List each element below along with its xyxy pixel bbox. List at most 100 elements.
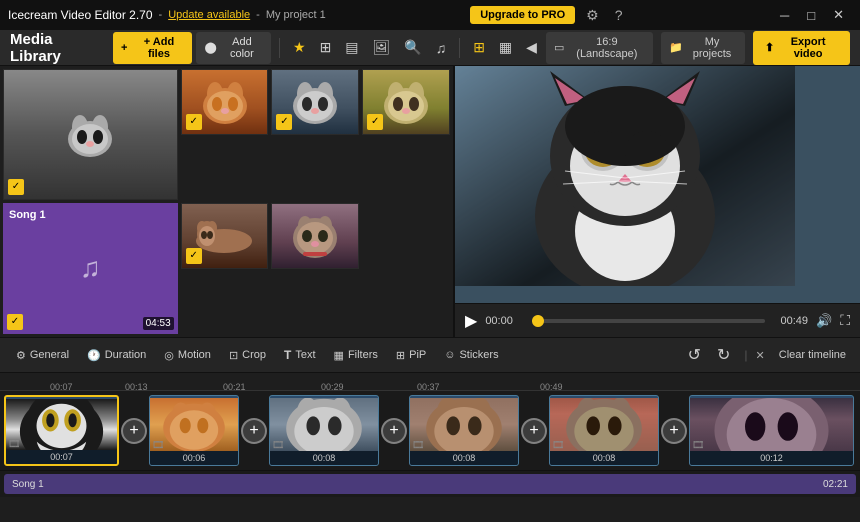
star-filter-btn[interactable]: ★ (288, 36, 311, 59)
add-clip-btn-2[interactable]: + (241, 418, 267, 444)
audio-track: Song 1 02:21 (0, 471, 860, 497)
add-clip-btn-5[interactable]: + (661, 418, 687, 444)
fullscreen-button[interactable]: ⛶ (840, 312, 850, 329)
video-preview (455, 66, 860, 303)
timeline-clip-2[interactable]: 00:06 🎞 (149, 395, 239, 466)
filmstrip-icon-2: 🎞 (152, 440, 165, 451)
add-color-button[interactable]: ⬤ Add color (196, 32, 271, 64)
clip-1-duration: 00:07 (6, 450, 117, 464)
list-view-btn[interactable]: ▤ (340, 36, 363, 59)
text-tool-btn[interactable]: T Text (276, 344, 324, 366)
image-filter-btn[interactable]: 🖼 (368, 36, 396, 59)
motion-icon: ◎ (164, 349, 174, 362)
audio-clip-duration: 02:21 (823, 479, 848, 490)
content-area: ✓ (0, 66, 860, 337)
grid6-view-btn[interactable]: ▦ (494, 36, 517, 59)
redo-button[interactable]: ↻ (711, 343, 736, 367)
pip-icon: ⊞ (396, 349, 405, 362)
clip-3-duration: 00:08 (270, 451, 378, 465)
audio-clip[interactable]: Song 1 02:21 (4, 474, 856, 494)
projects-icon: 📁 (669, 41, 683, 54)
media-thumb-1[interactable]: ✓ (3, 69, 178, 200)
palette-icon: ⬤ (204, 41, 216, 54)
pip-tool-btn[interactable]: ⊞ PiP (388, 345, 434, 366)
filmstrip-icon-4: 🎞 (412, 440, 425, 451)
add-files-button[interactable]: + + Add files (113, 32, 192, 64)
video-track: 00:07 🎞 + 00:06 🎞 + (0, 391, 860, 471)
filmstrip-icon-5: 🎞 (552, 440, 565, 451)
aspect-ratio-button[interactable]: ▭ 16:9 (Landscape) (546, 32, 653, 64)
gear-icon: ⚙ (16, 349, 26, 362)
edit-toolbar: ⚙ General 🕐 Duration ◎ Motion ⊡ Crop T T… (0, 337, 860, 373)
song-card[interactable]: Song 1 ♫ ✓ 04:53 (3, 203, 178, 334)
thumb-check-4: ✓ (367, 114, 383, 130)
add-clip-btn-3[interactable]: + (381, 418, 407, 444)
timeline-clip-5[interactable]: 00:08 🎞 (549, 395, 659, 466)
project-name: My project 1 (266, 9, 326, 21)
thumb-check-3: ✓ (276, 114, 292, 130)
music-filter-btn[interactable]: ♫ (431, 37, 452, 59)
crop-icon: ⊡ (229, 349, 238, 362)
filters-icon: ▦ (334, 349, 344, 362)
upgrade-button[interactable]: Upgrade to PRO (470, 6, 575, 24)
titlebar-left: Icecream Video Editor 2.70 - Update avai… (8, 8, 326, 22)
my-projects-button[interactable]: 📁 My projects (661, 32, 745, 64)
filmstrip-icon-1: 🎞 (8, 439, 21, 450)
ruler-mark-1: 00:07 (50, 382, 73, 392)
timeline-clip-4[interactable]: 00:08 🎞 (409, 395, 519, 466)
media-thumb-4[interactable]: ✓ (362, 69, 450, 135)
preview-frame (455, 66, 860, 303)
ruler-mark-5: 00:37 (417, 382, 440, 392)
title-separator: - (256, 9, 260, 21)
grid4-view-btn[interactable]: ⊞ (468, 36, 490, 59)
timeline-clip-6[interactable]: 00:12 🎞 (689, 395, 854, 466)
ruler-mark-6: 00:49 (540, 382, 563, 392)
media-grid: ✓ (0, 66, 453, 337)
song-check: ✓ (7, 314, 23, 330)
timeline-ruler: 00:07 00:13 00:21 00:29 00:37 00:49 (0, 373, 860, 391)
add-clip-btn-1[interactable]: + (121, 418, 147, 444)
filters-tool-btn[interactable]: ▦ Filters (326, 345, 386, 366)
close-button[interactable]: ✕ (825, 5, 852, 25)
settings-icon-btn[interactable]: ⚙ (581, 5, 604, 26)
plus-icon: + (121, 42, 127, 54)
ruler-mark-3: 00:21 (223, 382, 246, 392)
motion-tool-btn[interactable]: ◎ Motion (156, 345, 219, 366)
general-tool-btn[interactable]: ⚙ General (8, 345, 77, 366)
audio-clip-name: Song 1 (12, 479, 44, 490)
undo-button[interactable]: ↺ (682, 343, 707, 367)
timeline-clip-1[interactable]: 00:07 🎞 (4, 395, 119, 466)
stickers-tool-btn[interactable]: ☺ Stickers (436, 345, 506, 365)
clock-icon: 🕐 (87, 349, 101, 362)
export-video-button[interactable]: ⬆ Export video (753, 31, 850, 65)
media-thumb-6[interactable]: ✓ (271, 203, 359, 269)
media-thumb-5[interactable]: ✓ (181, 203, 269, 269)
help-icon-btn[interactable]: ? (610, 5, 628, 25)
update-link[interactable]: Update available (168, 9, 250, 21)
bottom-section: ⚙ General 🕐 Duration ◎ Motion ⊡ Crop T T… (0, 337, 860, 522)
titlebar: Icecream Video Editor 2.70 - Update avai… (0, 0, 860, 30)
search-filter-btn[interactable]: 🔍 (399, 36, 426, 59)
media-thumb-2[interactable]: ✓ (181, 69, 269, 135)
media-thumb-3[interactable]: ✓ (271, 69, 359, 135)
seek-bar[interactable] (538, 319, 765, 323)
clear-timeline-button[interactable]: Clear timeline (773, 347, 852, 363)
toolbar-separator-2 (459, 38, 460, 58)
grid-view-btn[interactable]: ⊞ (315, 36, 337, 59)
total-duration: 00:49 (773, 315, 808, 327)
timeline-clip-3[interactable]: 00:08 🎞 (269, 395, 379, 466)
ruler-mark-4: 00:29 (321, 382, 344, 392)
crop-tool-btn[interactable]: ⊡ Crop (221, 345, 274, 366)
titlebar-center: Upgrade to PRO ⚙ ? (470, 5, 627, 26)
restore-button[interactable]: □ (799, 6, 823, 25)
duration-tool-btn[interactable]: 🕐 Duration (79, 345, 154, 366)
volume-icon[interactable]: 🔊 (816, 313, 832, 329)
add-clip-btn-4[interactable]: + (521, 418, 547, 444)
collapse-panel-btn[interactable]: ◀ (521, 36, 542, 59)
media-library-title: Media Library (10, 31, 101, 65)
thumb-check-5: ✓ (186, 248, 202, 264)
minimize-button[interactable]: ─ (772, 6, 797, 25)
x-icon: ✕ (756, 349, 765, 362)
play-button[interactable]: ▶ (465, 311, 477, 331)
ratio-icon: ▭ (554, 41, 564, 54)
